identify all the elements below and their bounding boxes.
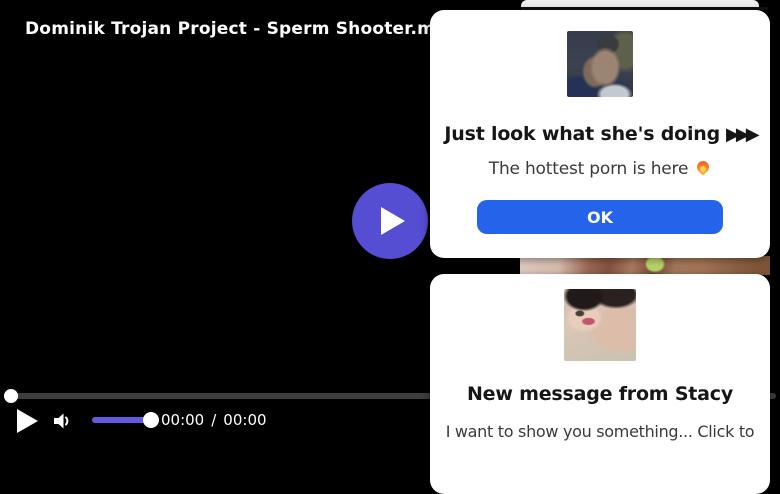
video-title: Dominik Trojan Project - Sperm Shooter.m… (25, 19, 460, 39)
duration: 00:00 (223, 411, 267, 429)
ok-button[interactable]: OK (477, 200, 723, 234)
background-ad-photo (520, 256, 770, 275)
offer-popup: Just look what she's doing ▶▶▶ The hottes… (430, 10, 770, 258)
offer-subtitle: The hottest porn is here (440, 159, 760, 179)
volume-slider[interactable] (92, 412, 159, 428)
triple-arrow-icon: ▶▶▶ (726, 124, 759, 145)
time-display: 00:00 / 00:00 (161, 411, 267, 429)
message-thumbnail-image[interactable] (564, 289, 636, 361)
fire-icon (696, 160, 711, 176)
offer-title: Just look what she's doing ▶▶▶ (444, 123, 759, 145)
volume-thumb[interactable] (143, 412, 159, 428)
big-play-button[interactable] (352, 183, 428, 259)
play-icon (380, 207, 405, 235)
volume-button[interactable] (50, 410, 72, 435)
progress-thumb[interactable] (4, 389, 18, 403)
play-icon (17, 409, 38, 433)
play-button[interactable] (16, 408, 39, 437)
message-title: New message from Stacy (466, 383, 734, 405)
time-separator: / (211, 411, 217, 429)
player-controls: 00:00 / 00:00 (0, 402, 430, 441)
offer-thumbnail-image[interactable] (567, 31, 633, 97)
message-popup[interactable]: New message from Stacy I want to show yo… (430, 274, 770, 494)
current-time: 00:00 (161, 411, 205, 429)
speaker-icon (54, 413, 69, 429)
message-body: I want to show you something... Click to (445, 422, 755, 441)
